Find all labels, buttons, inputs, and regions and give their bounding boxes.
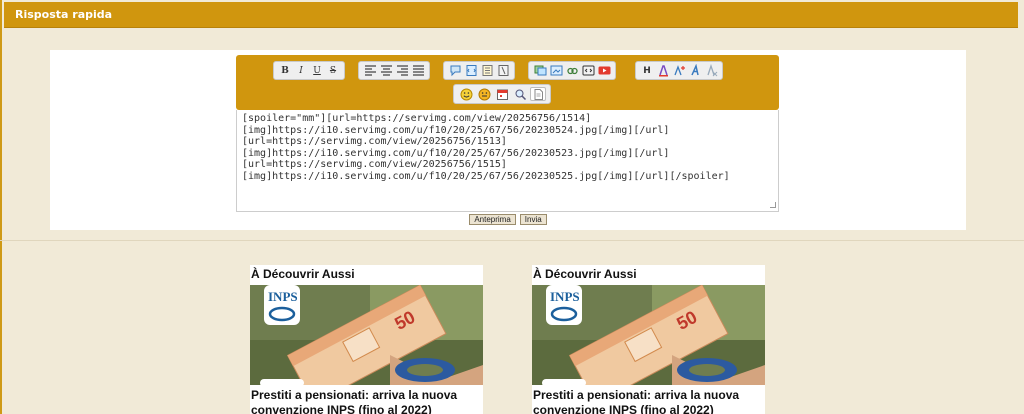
preview-button[interactable]: Anteprima [469,214,516,225]
card-headline[interactable]: Prestiti a pensionati: arriva la nuova c… [533,388,763,414]
list-icon[interactable] [480,64,494,78]
embed-icon[interactable] [581,64,595,78]
font-size-icon[interactable] [672,64,686,78]
font-color-icon[interactable] [656,64,670,78]
calendar-icon[interactable] [494,87,510,101]
underline-icon[interactable]: U [310,64,324,78]
message-textarea[interactable]: [spoiler="mm"][url=https://servimg.com/v… [236,110,779,212]
font-group: H [635,61,723,80]
editor-toolbar: B I U S H [236,55,779,110]
media-group [528,61,616,80]
smiley-icon[interactable] [458,87,474,101]
link-icon[interactable] [565,64,579,78]
more-smilies-icon[interactable] [476,87,492,101]
alignment-group [358,61,430,80]
card-section-title: À Découvrir Aussi [251,267,355,281]
heading-icon[interactable]: H [640,64,654,78]
quick-reply-panel: B I U S H [spoiler="mm"][url=https://ser… [50,50,966,230]
align-left-icon[interactable] [363,64,377,78]
source-toggle-icon[interactable] [530,87,546,101]
recommended-card[interactable]: À Découvrir Aussi 50 INPS Prestiti a pen… [532,265,765,414]
insert-group [453,84,551,104]
quick-reply-title: Risposta rapida [15,8,113,21]
host-image-icon[interactable] [549,64,563,78]
svg-text:INPS: INPS [550,289,580,304]
form-buttons: Anteprima Invia [50,214,966,225]
card-section-title: À Découvrir Aussi [533,267,637,281]
hide-icon[interactable] [496,64,510,78]
card-headline[interactable]: Prestiti a pensionati: arriva la nuova c… [251,388,481,414]
recommended-card[interactable]: À Découvrir Aussi 50 INPS Prestiti a pen… [250,265,483,414]
align-center-icon[interactable] [379,64,393,78]
italic-icon[interactable]: I [294,64,308,78]
align-justify-icon[interactable] [411,64,425,78]
card-tag [542,379,586,387]
send-button[interactable]: Invia [519,214,547,225]
card-image: 50 INPS [532,285,765,385]
align-right-icon[interactable] [395,64,409,78]
text-style-group: B I U S [273,61,345,80]
image-icon[interactable] [533,64,547,78]
svg-text:INPS: INPS [268,289,298,304]
youtube-icon[interactable] [597,64,611,78]
quote-icon[interactable] [448,64,462,78]
clear-format-icon[interactable] [704,64,718,78]
card-tag [260,379,304,387]
font-face-icon[interactable] [688,64,702,78]
block-group [443,61,515,80]
card-image: 50 INPS [250,285,483,385]
resize-grip-icon[interactable] [770,202,776,208]
strikethrough-icon[interactable]: S [326,64,340,78]
page-edge [0,0,2,414]
search-replace-icon[interactable] [512,87,528,101]
quick-reply-header: Risposta rapida [4,2,1018,28]
section-divider [0,240,1024,241]
bold-icon[interactable]: B [278,64,292,78]
code-icon[interactable] [464,64,478,78]
